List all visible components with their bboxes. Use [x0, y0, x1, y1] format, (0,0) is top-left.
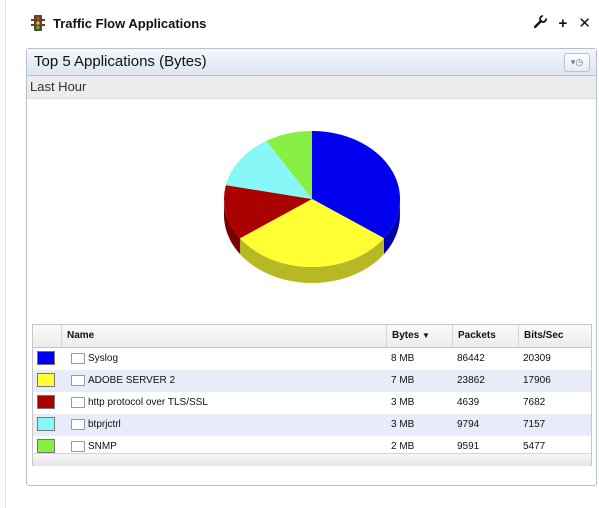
panel-title: Top 5 Applications (Bytes): [34, 53, 207, 70]
bytes-cell: 3 MB: [391, 419, 415, 430]
column-bytes[interactable]: Bytes ▼: [386, 325, 452, 347]
column-packets[interactable]: Packets: [452, 325, 518, 347]
close-icon[interactable]: ✕: [578, 14, 591, 32]
color-swatch: [37, 373, 55, 387]
table-row[interactable]: http protocol over TLS/SSL 3 MB 4639 768…: [33, 392, 591, 414]
color-swatch: [37, 351, 55, 365]
dashlet-title: Traffic Flow Applications: [53, 16, 207, 31]
panel-title-bar: Top 5 Applications (Bytes) ▾◷: [27, 49, 596, 76]
plus-icon[interactable]: +: [558, 15, 567, 32]
pie-slices: SyslogADOBE SERVER 2http protocol over T…: [224, 131, 400, 283]
name-cell: btprjctrl: [66, 414, 121, 436]
row-checkbox[interactable]: [71, 418, 85, 430]
name-cell: ADOBE SERVER 2: [66, 370, 175, 392]
left-border: [5, 0, 6, 508]
wrench-icon[interactable]: [534, 14, 548, 32]
applications-table: Name Bytes ▼ Packets Bits/Sec Syslog 8 M…: [32, 324, 592, 466]
table-header: Name Bytes ▼ Packets Bits/Sec: [33, 325, 591, 348]
packets-cell: 23862: [457, 375, 485, 386]
packets-cell: 9794: [457, 419, 480, 430]
traffic-light-icon: [31, 15, 45, 31]
app-name: Syslog: [88, 353, 119, 364]
column-bits-sec[interactable]: Bits/Sec: [518, 325, 591, 347]
color-swatch: [37, 417, 55, 431]
dashlet-tools: + ✕: [527, 14, 591, 32]
bits-sec-cell: 7157: [523, 419, 546, 430]
app-name: http protocol over TLS/SSL: [88, 397, 208, 408]
bits-sec-cell: 7682: [523, 397, 546, 408]
table-row[interactable]: ADOBE SERVER 2 7 MB 23862 17906: [33, 370, 591, 392]
app-name: SNMP: [88, 441, 117, 452]
table-row[interactable]: btprjctrl 3 MB 9794 7157: [33, 414, 591, 436]
bits-sec-cell: 20309: [523, 353, 551, 364]
app-name: ADOBE SERVER 2: [88, 375, 176, 386]
top-applications-panel: Top 5 Applications (Bytes) ▾◷ Last Hour …: [26, 48, 597, 486]
row-checkbox[interactable]: [71, 396, 85, 408]
table-footer: [33, 453, 591, 466]
bytes-cell: 8 MB: [391, 353, 415, 364]
color-swatch: [37, 439, 55, 453]
dashlet-header: Traffic Flow Applications + ✕: [25, 10, 595, 36]
pie-chart: SyslogADOBE SERVER 2http protocol over T…: [224, 131, 400, 283]
time-range-bar: Last Hour: [27, 76, 596, 99]
sort-down-icon: ▼: [422, 331, 430, 340]
color-swatch: [37, 395, 55, 409]
clock-icon: ◷: [575, 57, 584, 67]
packets-cell: 86442: [457, 353, 485, 364]
bytes-cell: 7 MB: [391, 375, 415, 386]
time-range-label: Last Hour: [30, 79, 87, 94]
row-checkbox[interactable]: [71, 440, 85, 452]
bytes-cell: 3 MB: [391, 397, 415, 408]
column-packets-label: Packets: [458, 330, 496, 341]
time-range-button[interactable]: ▾◷: [564, 53, 590, 72]
column-bytes-label: Bytes: [392, 330, 420, 341]
name-cell: http protocol over TLS/SSL: [66, 392, 208, 414]
app-name: btprjctrl: [88, 419, 121, 430]
name-cell: Syslog: [66, 348, 118, 370]
packets-cell: 4639: [457, 397, 480, 408]
column-bits-sec-label: Bits/Sec: [524, 330, 564, 341]
table-row[interactable]: Syslog 8 MB 86442 20309: [33, 348, 591, 370]
bits-sec-cell: 17906: [523, 375, 551, 386]
column-name[interactable]: Name: [61, 325, 386, 347]
row-checkbox[interactable]: [71, 374, 85, 386]
row-checkbox[interactable]: [71, 352, 85, 364]
column-name-label: Name: [67, 330, 95, 341]
